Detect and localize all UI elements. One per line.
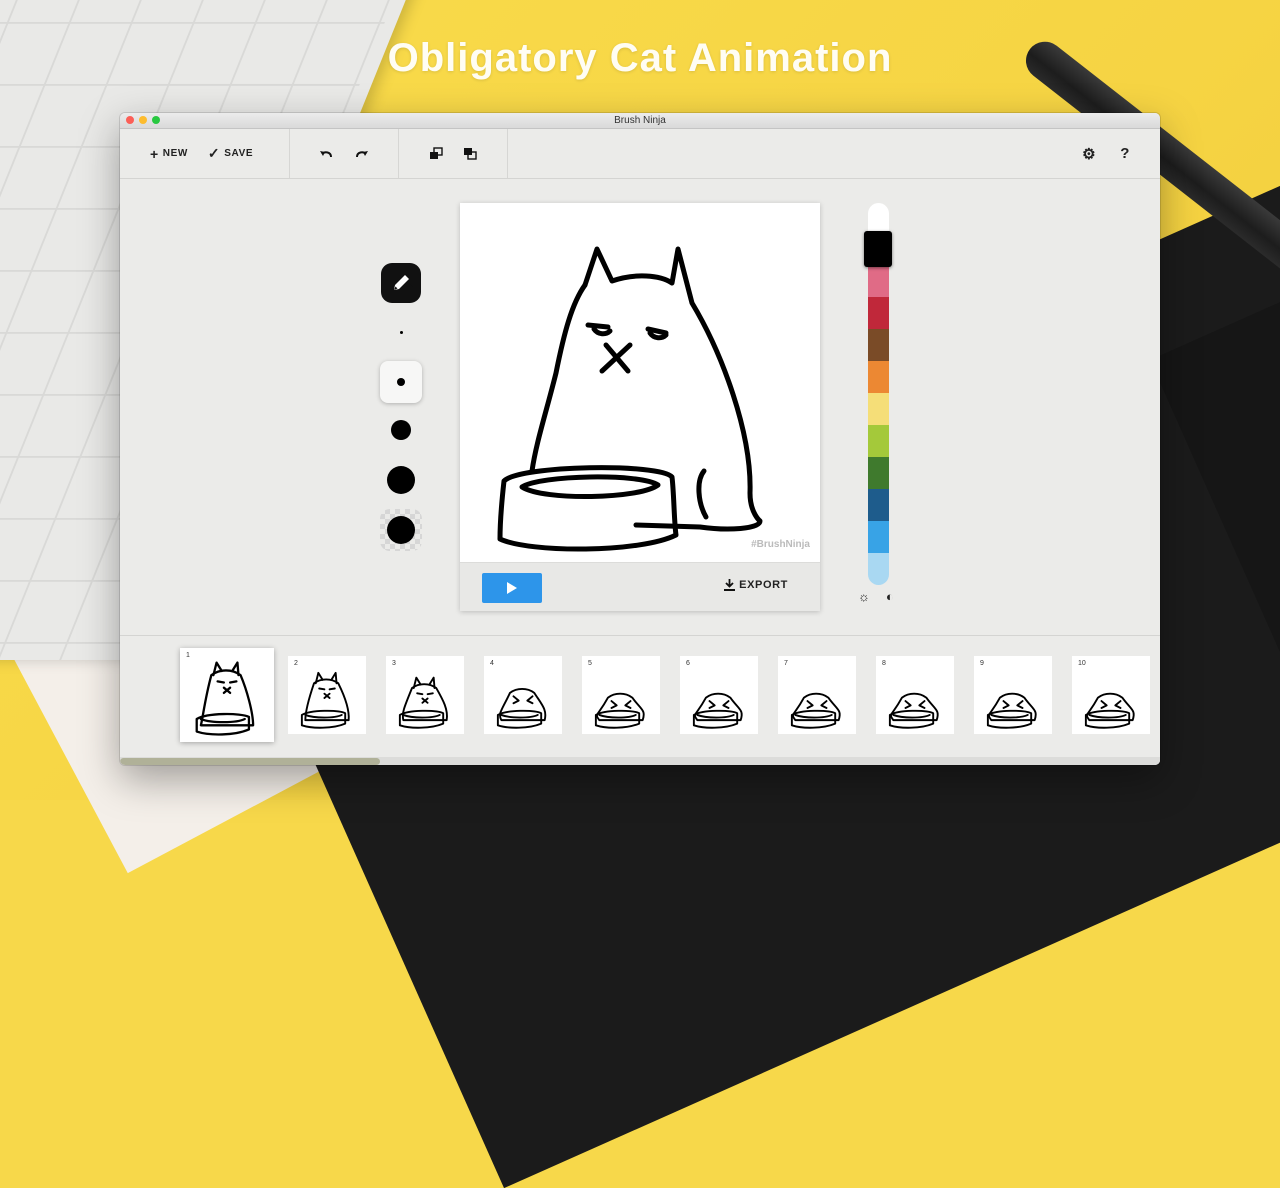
brush-dot	[399, 330, 403, 334]
color-swatch[interactable]	[868, 361, 889, 393]
check-icon: ✓	[207, 145, 221, 161]
drawing-canvas[interactable]	[460, 203, 820, 563]
color-swatch[interactable]	[868, 521, 889, 553]
history-group	[290, 129, 399, 178]
timeline-frame[interactable]: 9	[974, 656, 1052, 734]
brush-dot	[391, 420, 411, 440]
file-group: + NEW ✓ SAVE	[120, 129, 290, 178]
timeline-frame[interactable]: 7	[778, 656, 856, 734]
frame-number: 1	[186, 652, 190, 659]
help-button[interactable]: ?	[1120, 145, 1130, 162]
redo-icon[interactable]	[355, 149, 369, 159]
color-swatch[interactable]	[864, 231, 892, 267]
play-button[interactable]	[482, 573, 542, 603]
color-swatch[interactable]	[868, 297, 889, 329]
close-window-button[interactable]	[126, 116, 134, 124]
gear-icon[interactable]: ⚙	[1082, 145, 1096, 163]
undo-icon[interactable]	[319, 149, 333, 159]
frame-thumbnail	[195, 661, 255, 736]
frame-number: 2	[294, 660, 298, 667]
download-icon	[724, 579, 736, 591]
frame-number: 4	[490, 660, 494, 667]
layer-group	[399, 129, 508, 178]
frame-number: 10	[1078, 660, 1086, 667]
frame-thumbnail	[1084, 692, 1135, 729]
pencil-tool-button[interactable]	[381, 263, 421, 303]
color-swatch[interactable]	[868, 329, 889, 361]
frame-number: 8	[882, 660, 886, 667]
export-label: EXPORT	[739, 579, 788, 591]
frame-thumbnail	[496, 687, 547, 729]
frame-thumbnail	[398, 676, 448, 729]
window-title: Brush Ninja	[614, 115, 666, 126]
color-swatch[interactable]	[868, 457, 889, 489]
sun-icon[interactable]: ☼	[858, 589, 870, 604]
frame-thumbnail	[790, 692, 841, 729]
brush-dot	[397, 378, 405, 386]
title-bar: Brush Ninja	[120, 113, 1160, 129]
new-button[interactable]: + NEW	[150, 146, 188, 162]
export-button[interactable]: EXPORT	[724, 579, 788, 591]
timeline-frame[interactable]: 5	[582, 656, 660, 734]
layer-front-icon[interactable]	[463, 147, 477, 160]
color-swatch[interactable]	[868, 393, 889, 425]
save-button-label: SAVE	[224, 148, 254, 159]
brush-dot	[387, 466, 415, 494]
brush-dot	[387, 516, 415, 544]
frame-timeline: 1 2 3 4 5 6 7 8 9 10	[120, 635, 1160, 765]
app-window: Brush Ninja + NEW ✓ SAVE ⚙ ? #BrushNinja…	[120, 113, 1160, 765]
brush-size-eraser[interactable]	[380, 509, 422, 551]
color-swatch[interactable]	[868, 425, 889, 457]
frame-thumbnail	[888, 692, 939, 729]
layer-back-icon[interactable]	[429, 147, 443, 160]
page-headline: Obligatory Cat Animation	[387, 36, 893, 80]
frame-number: 9	[980, 660, 984, 667]
frame-strip: 1 2 3 4 5 6 7 8 9 10	[180, 648, 1150, 742]
brush-size-medium[interactable]	[380, 409, 422, 451]
scrollbar-thumb[interactable]	[120, 758, 380, 765]
palette-options: ☼ ◐	[858, 589, 894, 604]
contrast-icon[interactable]: ◐	[886, 589, 894, 604]
toolbar-right: ⚙ ?	[1082, 129, 1130, 178]
new-button-label: NEW	[162, 148, 188, 159]
frame-number: 3	[392, 660, 396, 667]
brush-size-large[interactable]	[380, 459, 422, 501]
timeline-frame[interactable]: 3	[386, 656, 464, 734]
timeline-scrollbar[interactable]	[120, 757, 1160, 765]
maximize-window-button[interactable]	[152, 116, 160, 124]
drawing-canvas-card: #BrushNinja EXPORT	[460, 203, 820, 611]
timeline-frame[interactable]: 4	[484, 656, 562, 734]
watermark: #BrushNinja	[751, 539, 810, 550]
color-swatch[interactable]	[868, 265, 889, 297]
color-swatch[interactable]	[868, 553, 889, 585]
timeline-frame[interactable]: 2	[288, 656, 366, 734]
frame-number: 7	[784, 660, 788, 667]
window-controls	[126, 116, 160, 124]
frame-number: 6	[686, 660, 690, 667]
canvas-footer: EXPORT	[460, 562, 820, 611]
brush-size-tiny[interactable]	[380, 311, 422, 353]
minimize-window-button[interactable]	[139, 116, 147, 124]
plus-icon: +	[150, 145, 159, 162]
color-palette	[864, 203, 892, 585]
frame-number: 5	[588, 660, 592, 667]
play-icon	[507, 582, 517, 594]
timeline-frame[interactable]: 6	[680, 656, 758, 734]
save-button[interactable]: ✓ SAVE	[208, 145, 253, 162]
color-swatch[interactable]	[868, 489, 889, 521]
frame-thumbnail	[594, 692, 645, 729]
toolbar: + NEW ✓ SAVE ⚙ ?	[120, 129, 1160, 179]
timeline-frame[interactable]: 8	[876, 656, 954, 734]
brush-size-small[interactable]	[380, 361, 422, 403]
timeline-frame[interactable]: 1	[180, 648, 274, 742]
pencil-icon	[394, 275, 413, 290]
frame-thumbnail	[300, 671, 350, 729]
frame-thumbnail	[986, 692, 1037, 729]
timeline-frame[interactable]: 10	[1072, 656, 1150, 734]
frame-thumbnail	[692, 692, 743, 729]
